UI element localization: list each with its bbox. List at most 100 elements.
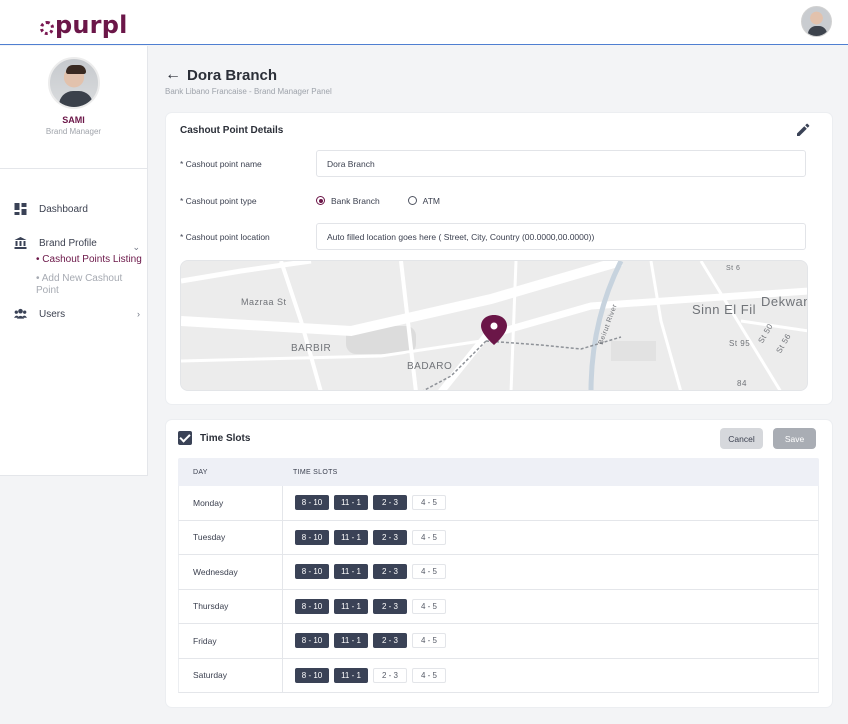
time-slots-checkbox[interactable] bbox=[178, 431, 192, 445]
user-role: Brand Manager bbox=[45, 127, 102, 136]
time-slot-chip[interactable]: 8 - 10 bbox=[295, 529, 329, 545]
table-header: DAY TIME SLOTS bbox=[178, 458, 819, 486]
table-row: Friday 8 - 10 11 - 1 2 - 3 4 - 5 bbox=[178, 624, 819, 659]
day-cell: Friday bbox=[179, 624, 283, 658]
cashout-name-input[interactable]: Dora Branch bbox=[316, 150, 806, 177]
time-slot-chip[interactable]: 2 - 3 bbox=[373, 529, 407, 545]
edit-pencil-icon[interactable] bbox=[796, 123, 810, 137]
sidebar-item-label: Dashboard bbox=[39, 203, 88, 215]
cancel-button[interactable]: Cancel bbox=[720, 428, 763, 449]
time-slots-table: DAY TIME SLOTS Monday 8 - 10 11 - 1 2 - 3 4 … bbox=[178, 458, 819, 693]
dashboard-icon bbox=[14, 203, 27, 215]
table-body: Monday 8 - 10 11 - 12 - 34 - 5 Tuesday 8 - 1… bbox=[178, 486, 819, 693]
map-label: Dekwan bbox=[761, 294, 808, 309]
users-icon bbox=[14, 308, 27, 319]
time-slot-chip[interactable]: 11 - 1 bbox=[334, 564, 368, 580]
user-name: SAMI bbox=[62, 115, 85, 125]
profile-panel: SAMI Brand Manager bbox=[0, 57, 147, 169]
type-label: * Cashout point type bbox=[180, 195, 257, 206]
radio-bank-branch[interactable]: Bank Branch bbox=[316, 196, 380, 206]
time-slot-chip[interactable]: 4 - 5 bbox=[412, 633, 446, 649]
day-cell: Tuesday bbox=[179, 520, 283, 554]
cashout-details-card: Cashout Point Details * Cashout point na… bbox=[166, 113, 832, 404]
time-slots-header: Time Slots bbox=[178, 431, 250, 445]
location-map[interactable]: Mazraa St BARBIR BADARO Sinn El Fil Dekw… bbox=[180, 260, 808, 391]
map-label: BADARO bbox=[407, 361, 453, 372]
map-label: St 6 bbox=[726, 265, 741, 272]
time-slot-chip[interactable]: 11 - 1 bbox=[334, 495, 368, 511]
time-slot-chip[interactable]: 8 - 10 bbox=[295, 564, 329, 580]
avatar bbox=[47, 57, 100, 109]
map-label: St 95 bbox=[729, 339, 751, 348]
time-slots-title: Time Slots bbox=[200, 432, 251, 444]
card-title: Cashout Point Details bbox=[180, 125, 284, 136]
radio-atm[interactable]: ATM bbox=[407, 196, 440, 206]
map-label: Mazraa St bbox=[241, 297, 287, 307]
slots-cell: 8 - 10 11 - 1 2 - 3 4 - 5 bbox=[283, 667, 451, 683]
slots-cell: 8 - 10 11 - 1 2 - 3 4 - 5 bbox=[283, 495, 451, 511]
bank-icon bbox=[14, 237, 27, 249]
slots-cell: 8 - 10 11 - 1 2 - 3 4 - 5 bbox=[283, 598, 451, 614]
map-label: Sinn El Fil bbox=[692, 302, 757, 317]
table-row: Wednesday 8 - 10 11 - 1 2 - 3 4 - 5 bbox=[178, 555, 819, 590]
time-slot-chip[interactable]: 4 - 5 bbox=[412, 598, 446, 614]
radio-selected-icon bbox=[316, 196, 325, 205]
time-slot-chip[interactable]: 11 - 1 bbox=[334, 633, 368, 649]
time-slot-chip[interactable]: 8 - 10 bbox=[295, 667, 329, 683]
table-row: Monday 8 - 10 11 - 1 2 - 3 4 - 5 bbox=[178, 486, 819, 521]
time-slot-chip[interactable]: 8 - 10 bbox=[295, 495, 329, 511]
time-slot-chip[interactable]: 11 - 1 bbox=[334, 598, 368, 614]
time-slot-chip[interactable]: 2 - 3 bbox=[373, 598, 407, 614]
sidebar-item-label: Brand Profile bbox=[39, 237, 97, 249]
radio-empty-icon bbox=[407, 196, 417, 205]
slots-cell: 8 - 10 11 - 1 2 - 3 4 - 5 bbox=[283, 529, 451, 545]
save-button[interactable]: Save bbox=[773, 428, 816, 449]
sidebar-item-users[interactable]: Users › bbox=[0, 299, 147, 329]
time-slot-chip[interactable]: 11 - 1 bbox=[334, 667, 368, 683]
chevron-right-icon: › bbox=[137, 309, 140, 319]
day-cell: Thursday bbox=[179, 589, 283, 623]
sidebar-nav: Dashboard Brand Profile ⌄ • Cashout Poin… bbox=[0, 169, 147, 329]
time-slot-chip[interactable]: 2 - 3 bbox=[373, 495, 407, 511]
time-slot-chip[interactable]: 4 - 5 bbox=[412, 529, 446, 545]
page-subtitle: Bank Libano Francaise - Brand Manager Pa… bbox=[165, 87, 332, 96]
page-header: ← Dora Branch Bank Libano Francaise - Br… bbox=[165, 66, 332, 96]
sidebar-subitem-add-cashout[interactable]: • Add New Cashout Point bbox=[0, 273, 147, 297]
sidebar-subitem-cashout-listing[interactable]: • Cashout Points Listing bbox=[0, 254, 147, 266]
map-label: BARBIR bbox=[291, 343, 332, 354]
time-slot-chip[interactable]: 8 - 10 bbox=[295, 633, 329, 649]
location-label: * Cashout point location bbox=[180, 231, 270, 242]
back-arrow-icon[interactable]: ← bbox=[165, 66, 181, 84]
location-row: * Cashout point location Auto filled loc… bbox=[180, 223, 806, 250]
time-slot-chip[interactable]: 4 - 5 bbox=[412, 667, 446, 683]
name-label: * Cashout point name bbox=[180, 158, 262, 169]
logo-text: purpl bbox=[55, 11, 128, 39]
column-header-slots: TIME SLOTS bbox=[293, 468, 338, 476]
table-row: Tuesday 8 - 10 11 - 1 2 - 3 4 - 5 bbox=[178, 520, 819, 555]
time-slot-chip[interactable]: 4 - 5 bbox=[412, 495, 446, 511]
day-cell: Wednesday bbox=[179, 555, 283, 589]
page-title-text: Dora Branch bbox=[187, 66, 278, 84]
sidebar-item-dashboard[interactable]: Dashboard bbox=[0, 194, 147, 224]
map-streets bbox=[181, 261, 807, 390]
map-label: 84 bbox=[737, 379, 747, 388]
type-row: * Cashout point type Bank Branch ATM bbox=[180, 187, 806, 214]
sidebar-item-brand-profile[interactable]: Brand Profile ⌄ bbox=[0, 232, 147, 254]
type-radio-group: Bank Branch ATM bbox=[316, 196, 468, 206]
name-row: * Cashout point name Dora Branch bbox=[180, 150, 806, 177]
logo-mark-icon bbox=[40, 21, 54, 35]
time-slots-card: Time Slots Cancel Save DAY TIME SLOTS Mo… bbox=[166, 420, 832, 707]
time-slot-chip[interactable]: 11 - 1 bbox=[334, 529, 368, 545]
time-slot-chip[interactable]: 4 - 5 bbox=[412, 564, 446, 580]
brand-logo[interactable]: purpl bbox=[40, 7, 128, 37]
time-slot-chip[interactable]: 8 - 10 bbox=[295, 598, 329, 614]
header-avatar[interactable] bbox=[801, 6, 832, 37]
top-bar: purpl bbox=[0, 0, 848, 45]
time-slot-chip[interactable]: 2 - 3 bbox=[373, 564, 407, 580]
time-slot-chip[interactable]: 2 - 3 bbox=[373, 667, 407, 683]
sidebar: SAMI Brand Manager Dashboard Brand Profi… bbox=[0, 46, 148, 476]
cashout-location-input[interactable]: Auto filled location goes here ( Street,… bbox=[316, 223, 806, 250]
slots-cell: 8 - 10 11 - 1 2 - 3 4 - 5 bbox=[283, 564, 451, 580]
column-header-day: DAY bbox=[193, 468, 208, 476]
time-slot-chip[interactable]: 2 - 3 bbox=[373, 633, 407, 649]
